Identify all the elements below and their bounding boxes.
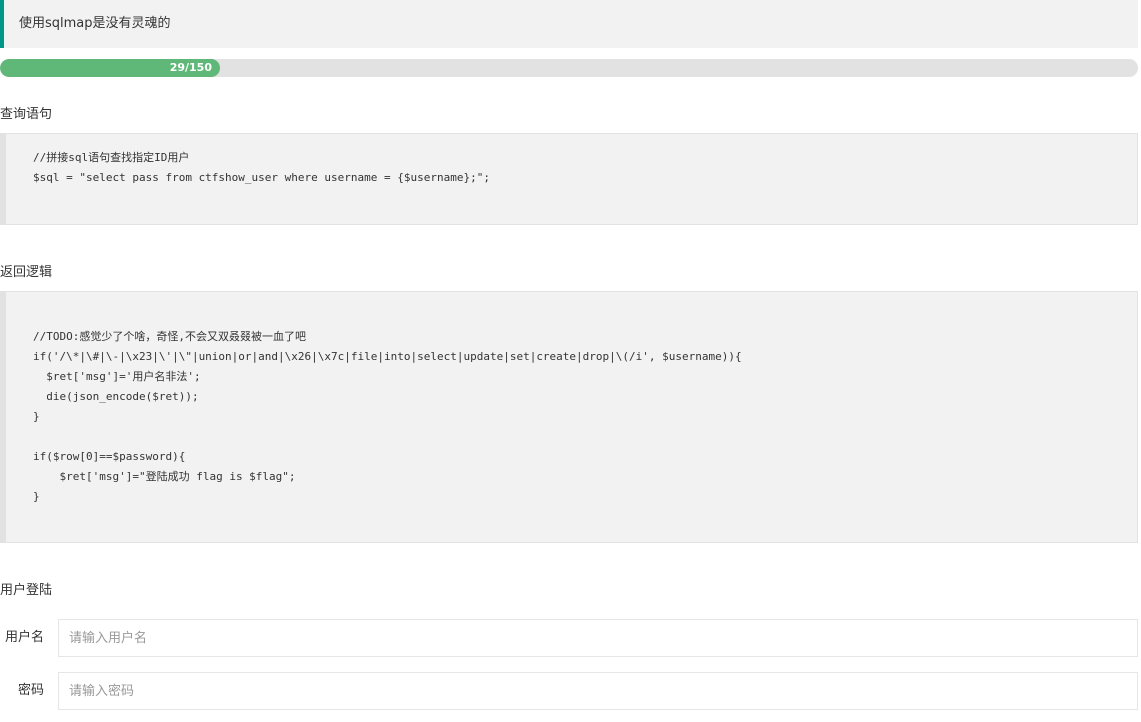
notice-quote: 使用sqlmap是没有灵魂的 bbox=[0, 0, 1138, 48]
logic-section-title: 返回逻辑 bbox=[0, 265, 53, 280]
code-line: } bbox=[33, 490, 40, 503]
code-line: $ret['msg']="登陆成功 flag is $flag"; bbox=[33, 470, 296, 483]
password-label: 密码 bbox=[17, 683, 44, 698]
progress-label: 29/150 bbox=[169, 61, 212, 74]
query-section-title: 查询语句 bbox=[0, 107, 53, 122]
code-line: if($row[0]==$password){ bbox=[33, 450, 186, 463]
password-input[interactable] bbox=[58, 672, 1138, 710]
progress-bar: 29/150 bbox=[0, 59, 220, 77]
username-input[interactable] bbox=[58, 619, 1138, 657]
code-line: $ret['msg']='用户名非法'; bbox=[33, 370, 201, 383]
username-label: 用户名 bbox=[4, 630, 44, 645]
login-section-title: 用户登陆 bbox=[0, 583, 53, 598]
progress-track: 29/150 bbox=[0, 59, 1138, 77]
code-line: } bbox=[33, 410, 40, 423]
code-line: die(json_encode($ret)); bbox=[33, 390, 199, 403]
query-code-block: //拼接sql语句查找指定ID用户 $sql = "select pass fr… bbox=[0, 133, 1138, 225]
page: 使用sqlmap是没有灵魂的 29/150 查询语句 //拼接sql语句查找指定… bbox=[0, 0, 1141, 722]
code-line: //TODO:感觉少了个啥，奇怪,不会又双叒叕被一血了吧 bbox=[33, 330, 306, 343]
logic-code-block: //TODO:感觉少了个啥，奇怪,不会又双叒叕被一血了吧 if('/\*|\#|… bbox=[0, 291, 1138, 543]
notice-text: 使用sqlmap是没有灵魂的 bbox=[19, 16, 171, 31]
code-line: //拼接sql语句查找指定ID用户 bbox=[33, 151, 190, 164]
code-line: if('/\*|\#|\-|\x23|\'|\"|union|or|and|\x… bbox=[33, 350, 742, 363]
code-line: $sql = "select pass from ctfshow_user wh… bbox=[33, 171, 490, 184]
